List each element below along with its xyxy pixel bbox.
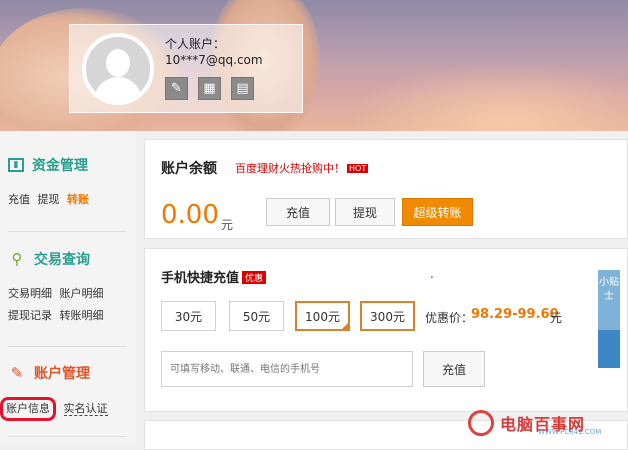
account-card: 个人账户： 10***7@qq.com ✎ ▦ ▤ bbox=[69, 24, 303, 113]
sidebar-link-account-details[interactable]: 账户明细 bbox=[60, 287, 104, 300]
mobile-topup-panel: 手机快捷充值 优惠 . 30元 50元 100元 300元 优惠价： 98.29-… bbox=[144, 248, 628, 412]
search-icon: ⚲ bbox=[11, 250, 23, 268]
promo-link[interactable]: 百度理财火热抢购中！ HOT bbox=[235, 160, 369, 176]
sidebar-link-withdraw-records[interactable]: 提现记录 bbox=[8, 309, 52, 322]
sidebar-link-trade-details[interactable]: 交易明细 bbox=[8, 287, 52, 300]
sidebar-link-withdraw[interactable]: 提现 bbox=[38, 193, 60, 206]
account-type-label: 个人账户： bbox=[165, 37, 226, 51]
divider bbox=[8, 231, 126, 232]
balance-label: 账户余额 bbox=[161, 161, 217, 177]
calculator-icon[interactable]: ▦ bbox=[198, 77, 221, 100]
amount-option-100[interactable]: 100元 bbox=[295, 301, 350, 331]
section-title: 账户管理 bbox=[34, 366, 90, 382]
id-card-icon[interactable]: ▤ bbox=[231, 77, 254, 100]
header-banner: 个人账户： 10***7@qq.com ✎ ▦ ▤ bbox=[0, 0, 628, 131]
avatar[interactable] bbox=[82, 33, 154, 105]
price-label: 优惠价： bbox=[425, 311, 474, 325]
tips-tab[interactable]: 小贴士 bbox=[598, 270, 620, 330]
discount-badge: 优惠 bbox=[242, 271, 267, 284]
edit-icon[interactable]: ✎ bbox=[165, 77, 188, 100]
hot-badge: HOT bbox=[347, 164, 369, 173]
balance-unit: 元 bbox=[221, 218, 234, 232]
selected-check-icon bbox=[341, 322, 349, 330]
sidebar: ▮ 资金管理 充值 提现 转账 ⚲ 交易查询 交易明细 账户明细 提现记录 转账… bbox=[0, 131, 136, 444]
topup-submit-button[interactable]: 充值 bbox=[423, 351, 485, 387]
watermark-url: WWW.PC841.COM bbox=[538, 428, 602, 436]
sidebar-link-account-info[interactable]: 账户信息 bbox=[0, 397, 56, 421]
section-title: 交易查询 bbox=[34, 252, 90, 268]
watermark: 电脑百事网 bbox=[468, 402, 628, 444]
withdraw-button[interactable]: 提现 bbox=[335, 198, 395, 226]
sidebar-link-transfer-details[interactable]: 转账明细 bbox=[60, 309, 104, 322]
price-unit: 元 bbox=[550, 311, 563, 325]
discount-price: 98.29-99.60 bbox=[471, 307, 559, 322]
account-icon-row: ✎ ▦ ▤ bbox=[165, 77, 254, 100]
balance-panel: 账户余额 百度理财火热抢购中！ HOT 0.00 元 充值 提现 超级转账 bbox=[144, 139, 628, 239]
super-transfer-button[interactable]: 超级转账 bbox=[402, 198, 473, 226]
watermark-logo-icon bbox=[468, 410, 494, 436]
phone-number-input[interactable] bbox=[161, 351, 413, 387]
wallet-icon: ▮ bbox=[8, 158, 24, 172]
sidebar-link-transfer[interactable]: 转账 bbox=[67, 193, 89, 206]
sidebar-link-real-name-auth[interactable]: 实名认证 bbox=[63, 402, 108, 416]
account-email: 10***7@qq.com bbox=[165, 53, 263, 67]
sidebar-section-trades: ⚲ 交易查询 交易明细 账户明细 提现记录 转账明细 bbox=[8, 249, 108, 327]
sidebar-section-account: ✎ 账户管理 账户信息 实名认证 bbox=[0, 363, 112, 421]
sidebar-link-recharge[interactable]: 充值 bbox=[8, 193, 30, 206]
topup-title: 手机快捷充值 bbox=[161, 271, 240, 286]
recharge-button[interactable]: 充值 bbox=[266, 198, 330, 226]
section-title: 资金管理 bbox=[32, 158, 88, 174]
tips-tab-bottom[interactable] bbox=[598, 330, 620, 368]
amount-option-30[interactable]: 30元 bbox=[161, 301, 216, 331]
divider bbox=[8, 436, 126, 437]
sidebar-section-funds: ▮ 资金管理 充值 提现 转账 bbox=[8, 155, 93, 211]
amount-option-50[interactable]: 50元 bbox=[229, 301, 284, 331]
amount-option-300[interactable]: 300元 bbox=[360, 301, 415, 331]
edit-icon: ✎ bbox=[10, 364, 24, 382]
balance-amount: 0.00 bbox=[161, 200, 219, 230]
divider bbox=[8, 346, 126, 347]
